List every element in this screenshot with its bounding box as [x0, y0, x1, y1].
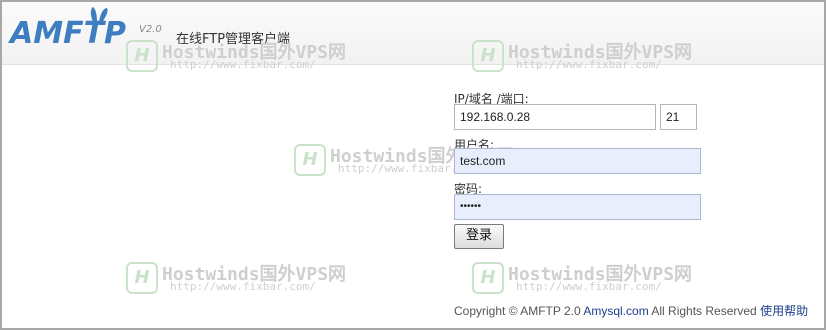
port-input[interactable]: 21 [660, 104, 697, 130]
watermark-url: http://www.fixbar.com/ [170, 280, 316, 293]
rights-text: All Rights Reserved [648, 304, 761, 318]
app-subtitle: 在线FTP管理客户端 [176, 32, 291, 47]
header-bar: AMFTP V2.0 在线FTP管理客户端 [2, 2, 824, 65]
app-frame: AMFTP V2.0 在线FTP管理客户端 H Hostwinds国外VPS网 … [0, 0, 826, 330]
password-input[interactable]: •••••• [454, 194, 701, 220]
amysql-link[interactable]: Amysql.com [583, 304, 648, 318]
username-input[interactable]: test.com [454, 148, 701, 174]
watermark-logo-icon: H [126, 262, 158, 294]
watermark-title: Hostwinds国外VPS网 [162, 264, 347, 285]
help-link[interactable]: 使用帮助 [760, 304, 808, 318]
login-button[interactable]: 登录 [454, 224, 504, 249]
footer: Copyright © AMFTP 2.0 Amysql.com All Rig… [454, 302, 808, 319]
copyright-text: Copyright © AMFTP 2.0 [454, 304, 584, 318]
watermark-logo-icon: H [294, 144, 326, 176]
watermark-logo-icon: H [472, 262, 504, 294]
bunny-ears-icon [90, 7, 108, 24]
host-input[interactable]: 192.168.0.28 [454, 104, 656, 130]
watermark-title: Hostwinds国外VPS网 [508, 264, 693, 285]
watermark-url: http://www.fixbar.com/ [516, 280, 662, 293]
version-label: V2.0 [139, 24, 162, 35]
